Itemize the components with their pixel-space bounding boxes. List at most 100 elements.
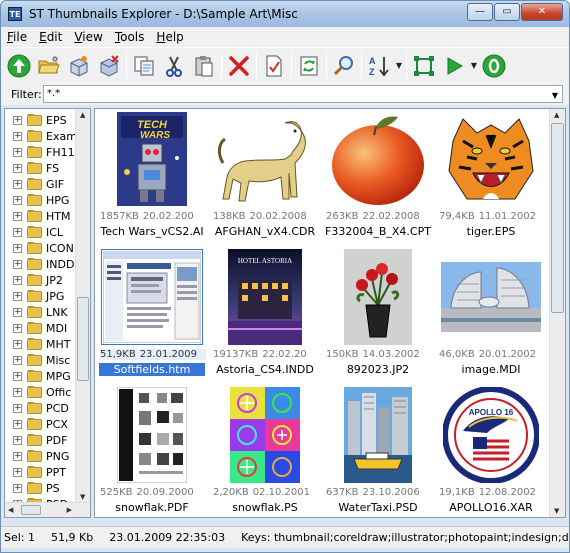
thumbnail-item[interactable]: 2,20KB 02.10.2001 snowflak.PS [210, 383, 320, 517]
slideshow-dropdown-icon[interactable]: ▼ [469, 61, 479, 70]
slideshow-button[interactable] [439, 51, 469, 81]
options-button[interactable] [479, 51, 509, 81]
thumbnail-item[interactable]: 637KB 23.10.2006 WaterTaxi.PSD [323, 383, 433, 517]
expand-plus-icon[interactable]: + [13, 147, 22, 157]
tree-vertical-scrollbar[interactable]: ▲ ▼ [75, 109, 90, 503]
menu-tools[interactable]: Tools [109, 30, 151, 44]
menu-edit[interactable]: Edit [33, 30, 68, 44]
tree-item[interactable]: + JP2 [5, 272, 63, 288]
expand-plus-icon[interactable]: + [13, 451, 22, 461]
expand-plus-icon[interactable]: + [13, 115, 22, 125]
tree-scroll-thumb[interactable] [77, 297, 89, 381]
expand-plus-icon[interactable]: + [13, 291, 22, 301]
tree-item[interactable]: + INDD [5, 256, 74, 272]
tree-item[interactable]: + FH11 [5, 144, 75, 160]
thumbnail-item[interactable]: 79,4KB 11.01.2002 tiger.EPS [436, 109, 546, 243]
tree-item[interactable]: + Misc [5, 352, 70, 368]
expand-plus-icon[interactable]: + [13, 259, 22, 269]
tree-item[interactable]: + LNK [5, 304, 68, 320]
grid-vertical-scrollbar[interactable]: ▲ ▼ [549, 109, 565, 517]
expand-plus-icon[interactable]: + [13, 419, 22, 429]
delete-box-button[interactable] [94, 51, 124, 81]
expand-plus-icon[interactable]: + [13, 435, 22, 445]
expand-plus-icon[interactable]: + [13, 131, 22, 141]
expand-plus-icon[interactable]: + [13, 163, 22, 173]
paste-button[interactable] [189, 51, 219, 81]
scroll-up-icon[interactable]: ▲ [554, 111, 559, 119]
sort-button[interactable]: AZ [364, 51, 394, 81]
thumbnail-item[interactable]: 525KB 20.09.2000 snowflak.PDF [97, 383, 207, 517]
menu-file[interactable]: File [1, 30, 33, 44]
thumbnail-item[interactable]: APOLLO 16 19,1KB 12.08.2002 APOLLO16.XAR [436, 383, 546, 517]
tree-item[interactable]: + PS [5, 480, 60, 496]
tree-item[interactable]: + MPG [5, 368, 71, 384]
tree-item[interactable]: + Offic [5, 384, 71, 400]
thumbnail-item[interactable]: 138KB 20.02.2008 AFGHAN_vX4.CDR [210, 109, 320, 243]
scroll-down-icon[interactable]: ▼ [80, 493, 85, 501]
new-box-button[interactable] [64, 51, 94, 81]
cut-button[interactable] [159, 51, 189, 81]
thumbnail-item[interactable]: 46,0KB 20.01.2002 image.MDI [436, 245, 546, 381]
sort-dropdown-icon[interactable]: ▼ [394, 61, 404, 70]
scroll-up-icon[interactable]: ▲ [80, 111, 85, 119]
tree-item[interactable]: + PDF [5, 432, 67, 448]
tree-item[interactable]: + Exam [5, 128, 77, 144]
tree-item[interactable]: + PNG [5, 448, 69, 464]
filter-input[interactable]: *.* ▼ [43, 85, 563, 103]
tree-item[interactable]: + HPG [5, 192, 69, 208]
expand-plus-icon[interactable]: + [13, 387, 22, 397]
expand-plus-icon[interactable]: + [13, 179, 22, 189]
expand-plus-icon[interactable]: + [13, 371, 22, 381]
tree-item[interactable]: + GIF [5, 176, 64, 192]
expand-plus-icon[interactable]: + [13, 483, 22, 493]
tree-item[interactable]: + PCX [5, 416, 68, 432]
tree-item[interactable]: + HTM [5, 208, 70, 224]
delete-button[interactable] [224, 51, 254, 81]
minimize-button[interactable]: — [467, 3, 493, 21]
tree-item[interactable]: + JPG [5, 288, 64, 304]
go-up-button[interactable] [4, 51, 34, 81]
expand-plus-icon[interactable]: + [13, 403, 22, 413]
scroll-left-icon[interactable]: ◀ [8, 506, 13, 514]
tree-horizontal-scrollbar[interactable]: ◀ ▶ [5, 502, 90, 517]
thumbnail-item[interactable]: TECH WARS 1857KB 20.02.200 Tech Wars_vCS2.AI [97, 109, 207, 243]
expand-plus-icon[interactable]: + [13, 211, 22, 221]
title-bar[interactable]: TE ST Thumbnails Explorer - D:\Sample Ar… [1, 1, 569, 27]
tree-item[interactable]: + ICL [5, 224, 63, 240]
open-folder-button[interactable] [34, 51, 64, 81]
expand-plus-icon[interactable]: + [13, 355, 22, 365]
tree-item[interactable]: + MHT [5, 336, 70, 352]
grid-scroll-thumb[interactable] [551, 123, 564, 313]
thumbnail-item[interactable]: 150KB 14.03.2002 892023.JP2 [323, 245, 433, 381]
tree-item[interactable]: + PCD [5, 400, 69, 416]
search-button[interactable] [329, 51, 359, 81]
tree-item[interactable]: + PPT [5, 464, 66, 480]
thumbnail-item[interactable]: HOTEL ASTORIA 19137KB 22.02.20 Astoria_CS4.… [210, 245, 320, 381]
thumbnail-item[interactable]: 51,9KB 23.01.2009 Softfields.htm [97, 245, 207, 381]
expand-plus-icon[interactable]: + [13, 227, 22, 237]
tree-item[interactable]: + FS [5, 160, 59, 176]
menu-help[interactable]: Help [150, 30, 189, 44]
menu-view[interactable]: View [68, 30, 108, 44]
scroll-right-icon[interactable]: ▶ [67, 506, 72, 514]
scroll-down-icon[interactable]: ▼ [554, 507, 559, 515]
properties-button[interactable] [259, 51, 289, 81]
close-button[interactable]: ✕ [521, 3, 563, 21]
expand-plus-icon[interactable]: + [13, 195, 22, 205]
maximize-button[interactable]: ▭ [494, 3, 520, 21]
expand-plus-icon[interactable]: + [13, 275, 22, 285]
refresh-button[interactable] [294, 51, 324, 81]
expand-plus-icon[interactable]: + [13, 243, 22, 253]
tree-item[interactable]: + ICON [5, 240, 74, 256]
tree-item[interactable]: + EPS [5, 112, 67, 128]
expand-plus-icon[interactable]: + [13, 323, 22, 333]
filter-dropdown-icon[interactable]: ▼ [552, 91, 558, 100]
tree-item[interactable]: + MDI [5, 320, 67, 336]
expand-plus-icon[interactable]: + [13, 467, 22, 477]
tree-hscroll-thumb[interactable] [21, 505, 41, 515]
copy-button[interactable] [129, 51, 159, 81]
expand-plus-icon[interactable]: + [13, 339, 22, 349]
fit-view-button[interactable] [409, 51, 439, 81]
expand-plus-icon[interactable]: + [13, 307, 22, 317]
thumbnail-item[interactable]: 263KB 22.02.2008 F332004_B_X4.CPT [323, 109, 433, 243]
